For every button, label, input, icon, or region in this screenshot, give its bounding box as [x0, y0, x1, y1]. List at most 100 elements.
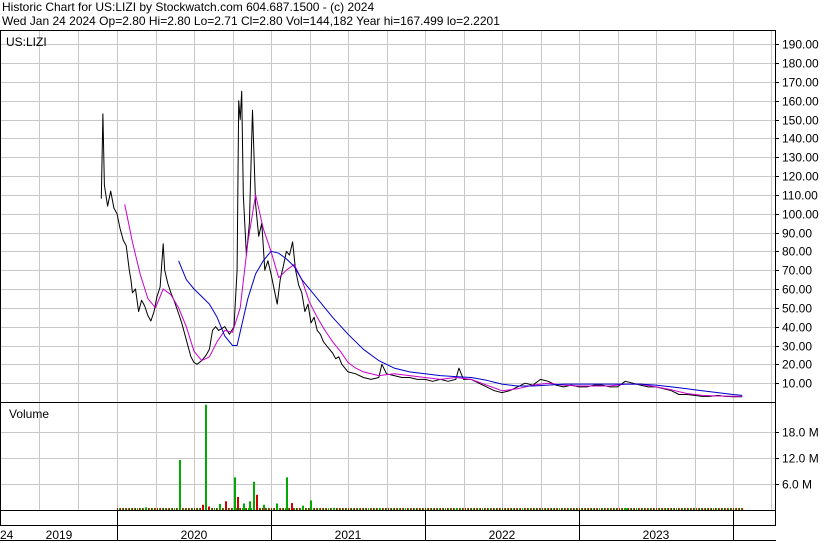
volume-bar — [245, 508, 246, 510]
volume-bar — [333, 507, 335, 510]
volume-bar — [289, 508, 290, 510]
volume-bar — [132, 508, 133, 510]
volume-bar — [670, 508, 671, 510]
volume-bar — [174, 508, 175, 510]
volume-bar — [533, 508, 534, 510]
volume-bar — [425, 508, 426, 510]
volume-bar — [742, 508, 743, 510]
volume-bar — [427, 508, 428, 510]
volume-bar — [308, 508, 309, 510]
volume-bar — [293, 508, 294, 510]
volume-bar — [554, 508, 555, 510]
volume-bar — [582, 508, 583, 510]
volume-bar — [658, 508, 659, 510]
volume-bar — [159, 508, 160, 510]
volume-bars — [117, 404, 743, 510]
volume-bar — [396, 508, 397, 510]
volume-bar — [473, 508, 474, 510]
volume-bar — [393, 508, 394, 510]
volume-bar — [604, 508, 605, 510]
volume-bar — [667, 508, 668, 510]
volume-bar — [330, 508, 331, 510]
volume-bar — [513, 508, 514, 510]
volume-bar — [313, 508, 314, 510]
volume-bar — [302, 505, 304, 510]
volume-bar — [474, 508, 475, 510]
volume-bar — [738, 508, 739, 510]
volume-bar — [160, 508, 161, 510]
volume-bar — [505, 508, 506, 510]
volume-bar — [291, 503, 293, 510]
volume-bar — [719, 508, 720, 510]
year-label: 2023 — [643, 528, 670, 542]
volume-bar — [577, 508, 578, 510]
volume-bar — [735, 508, 736, 510]
volume-bar — [394, 508, 395, 510]
volume-bar — [531, 508, 532, 510]
volume-bar — [310, 500, 312, 510]
volume-bar — [648, 508, 649, 510]
volume-bar — [163, 508, 164, 510]
volume-bar — [179, 459, 181, 510]
volume-bar — [522, 508, 523, 510]
volume-bar — [379, 508, 381, 510]
volume-bar — [676, 508, 677, 510]
volume-bar — [350, 508, 351, 510]
volume-bar — [282, 508, 283, 510]
volume-bar — [260, 508, 261, 510]
volume-bar — [371, 508, 372, 510]
volume-bar — [570, 508, 571, 510]
volume-bar — [591, 508, 592, 510]
volume-bar — [573, 508, 574, 510]
volume-bar — [494, 508, 495, 510]
volume-bar — [639, 508, 640, 510]
volume-bar — [468, 508, 469, 510]
volume-bar — [240, 508, 241, 510]
volume-bar — [610, 508, 611, 510]
volume-bar — [682, 508, 683, 510]
volume-bar — [200, 508, 201, 510]
volume-bar — [143, 508, 144, 510]
volume-bar — [205, 404, 207, 510]
volume-bar — [360, 508, 361, 510]
volume-bar — [661, 508, 662, 510]
volume-bar — [470, 508, 471, 510]
volume-bar — [269, 508, 270, 510]
price-tick-label: 110.00 — [782, 189, 818, 203]
volume-bar — [300, 508, 301, 510]
volume-bar — [362, 508, 363, 510]
moving-average-long-line — [178, 250, 743, 396]
volume-bar — [616, 508, 617, 510]
volume-bar — [453, 508, 454, 510]
volume-bar — [684, 508, 685, 510]
volume-bar — [605, 508, 606, 510]
volume-bar — [408, 508, 409, 510]
volume-bar — [162, 508, 163, 510]
volume-bar — [265, 508, 266, 510]
year-axis-frame — [0, 510, 776, 526]
volume-bar — [540, 508, 541, 510]
volume-bar — [148, 508, 149, 510]
volume-bar — [557, 508, 558, 510]
volume-bar — [185, 508, 186, 510]
volume-bar — [488, 508, 489, 510]
volume-bar — [647, 508, 648, 510]
volume-bar — [710, 508, 711, 510]
volume-bar — [172, 508, 173, 510]
volume-bar — [437, 508, 438, 510]
volume-bar — [454, 508, 455, 510]
volume-bar — [678, 508, 679, 510]
volume-bar — [439, 508, 440, 510]
volume-bar — [399, 508, 400, 510]
volume-bar — [593, 508, 594, 510]
volume-bar — [322, 508, 323, 510]
volume-bar — [471, 508, 472, 510]
volume-bar — [248, 508, 249, 510]
volume-bar — [414, 508, 415, 510]
volume-bar — [502, 508, 503, 510]
volume-bar — [407, 508, 408, 510]
volume-bar — [545, 508, 546, 510]
volume-bar — [348, 508, 349, 510]
price-tick-label: 190.00 — [782, 38, 819, 52]
volume-bar — [199, 508, 200, 510]
